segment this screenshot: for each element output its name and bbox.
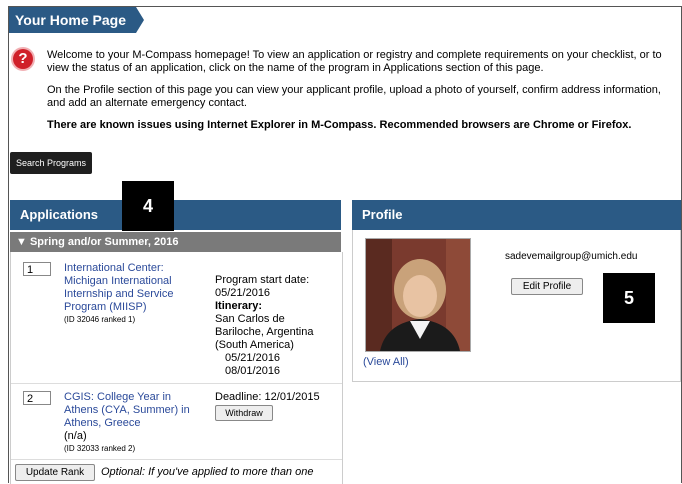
program-name-line: CGIS: College Year in	[64, 391, 172, 403]
itinerary-line: (South America)	[215, 339, 294, 351]
rank-input-2[interactable]: 2	[23, 391, 51, 405]
profile-email: sadevemailgroup@umich.edu	[505, 251, 638, 262]
program-meta-2: (ID 32033 ranked 2)	[64, 444, 136, 453]
program-meta-1: (ID 32046 ranked 1)	[64, 315, 136, 324]
profile-title: Profile	[362, 207, 403, 222]
callout-badge-5: 5	[603, 273, 655, 323]
program-link-1[interactable]: International Center: Michigan Internati…	[64, 262, 214, 314]
itinerary-date: 08/01/2016	[225, 365, 281, 377]
season-header[interactable]: ▼ Spring and/or Summer, 2016	[10, 232, 341, 252]
start-date-value: 05/21/2016	[215, 287, 271, 299]
rank-input-1[interactable]: 1	[23, 262, 51, 276]
view-all-link[interactable]: (View All)	[363, 356, 409, 369]
edit-profile-button[interactable]: Edit Profile	[511, 278, 583, 295]
search-programs-button[interactable]: Search Programs	[10, 152, 93, 174]
program-name-line: Michigan International	[64, 275, 172, 287]
program-name-line: International Center:	[64, 262, 164, 274]
itinerary-date: 05/21/2016	[225, 352, 281, 364]
application-item-2: CGIS: College Year in Athens (CYA, Summe…	[64, 391, 214, 454]
itinerary-line: San Carlos de	[215, 313, 285, 325]
application-item-1: International Center: Michigan Internati…	[64, 262, 214, 325]
profile-photo[interactable]	[365, 238, 471, 352]
program-name-line: Athens, Greece	[64, 417, 141, 429]
withdraw-button[interactable]: Withdraw	[215, 405, 273, 421]
start-date-label: Program start date:	[215, 274, 310, 286]
program-details-1: Program start date: 05/21/2016 Itinerary…	[215, 274, 340, 378]
page-title: Your Home Page	[9, 7, 144, 33]
program-link-2[interactable]: CGIS: College Year in Athens (CYA, Summe…	[64, 391, 214, 430]
applications-header: Applications	[10, 200, 341, 230]
update-rank-button[interactable]: Update Rank	[15, 464, 95, 481]
itinerary-line: Bariloche, Argentina	[215, 326, 314, 338]
applications-list: 1 International Center: Michigan Interna…	[10, 252, 343, 484]
welcome-message: Welcome to your M-Compass homepage! To v…	[47, 49, 677, 141]
season-label: Spring and/or Summer, 2016	[29, 236, 179, 248]
browser-warning: There are known issues using Internet Ex…	[47, 119, 632, 131]
help-icon: ?	[13, 49, 33, 69]
applications-title: Applications	[20, 207, 99, 222]
collapse-triangle-icon: ▼	[16, 236, 27, 248]
program-name-line: Athens (CYA, Summer) in	[64, 404, 190, 416]
row-divider	[11, 383, 342, 384]
itinerary-label: Itinerary:	[215, 300, 263, 312]
deadline-text: Deadline: 12/01/2015	[215, 391, 320, 403]
profile-photo-image	[366, 239, 470, 351]
program-name-line: Program (MIISP)	[64, 301, 147, 313]
row-divider	[11, 459, 342, 460]
callout-badge-4: 4	[122, 181, 174, 231]
program-name-line: Internship and Service	[64, 288, 174, 300]
optional-note: Optional: If you've applied to more than…	[101, 466, 314, 478]
welcome-text-1: Welcome to your M-Compass homepage! To v…	[47, 49, 662, 74]
profile-header: Profile	[352, 200, 681, 230]
welcome-text-2: On the Profile section of this page you …	[47, 84, 661, 109]
program-status-2: (n/a)	[64, 430, 87, 442]
